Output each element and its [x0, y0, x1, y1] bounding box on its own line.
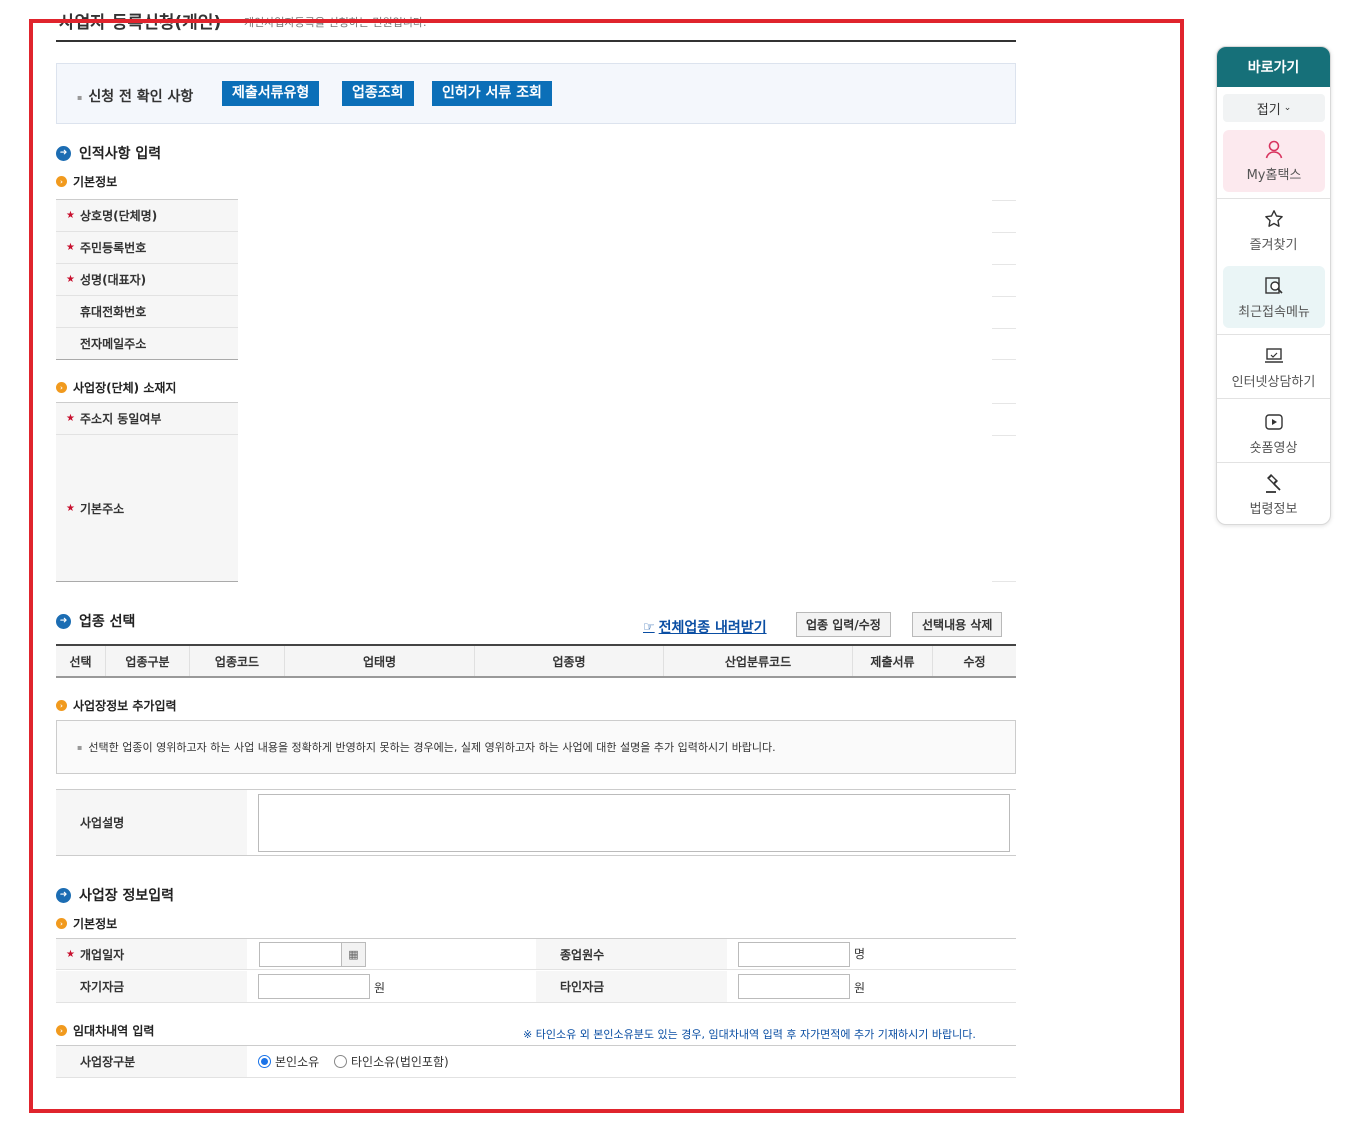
col-documents: 제출서류 — [853, 646, 933, 676]
col-select: 선택 — [56, 646, 106, 676]
business-description-row: 사업설명 — [56, 789, 1016, 856]
required-mark: ★ — [66, 210, 75, 221]
quick-item-favorites[interactable]: 즐겨찾기 — [1217, 208, 1330, 253]
page-title: 사업자 등록신청(개인) — [59, 13, 222, 33]
business-type-lookup-button[interactable]: 업종조회 — [342, 81, 414, 106]
col-code: 업종코드 — [190, 646, 285, 676]
site-basic-subtitle: › 기본정보 — [56, 915, 117, 932]
open-date-input[interactable] — [259, 942, 342, 967]
quick-item-my-hometax[interactable]: My홈택스 — [1223, 130, 1325, 192]
site-info-row-1: ★ 개업일자 ▦ 종업원수 명 — [56, 938, 1016, 970]
lease-type-label: 사업장구분 — [56, 1046, 247, 1077]
col-category: 업종구분 — [106, 646, 190, 676]
site-info-section-title: ➜ 사업장 정보입력 — [56, 885, 174, 905]
arrow-circle-icon: ➜ — [56, 613, 71, 629]
required-mark: ★ — [66, 502, 75, 514]
lease-note: ※ 타인소유 외 본인소유분도 있는 경우, 임대차내역 입력 후 자가면적에 … — [523, 1028, 976, 1041]
field-base-address: ★ 기본주소 — [56, 435, 1016, 582]
business-type-table-header: 선택 업종구분 업종코드 업태명 업종명 산업분류코드 제출서류 수정 — [56, 644, 1016, 678]
employees-input[interactable] — [738, 942, 850, 967]
permit-docs-lookup-button[interactable]: 인허가 서류 조회 — [432, 81, 552, 106]
site-info-row-2: 자기자금 원 타인자금 원 — [56, 971, 1016, 1003]
bullet-arrow-icon: › — [56, 918, 67, 929]
radio-other-property[interactable]: 타인소유(법인포함) — [334, 1053, 449, 1070]
required-mark: ★ — [66, 948, 75, 960]
recent-search-icon — [1263, 275, 1285, 297]
col-business-item: 업종명 — [475, 646, 664, 676]
star-icon — [1263, 208, 1285, 230]
field-resident-number: ★ 주민등록번호 — [56, 232, 1016, 264]
business-type-section-title: ➜ 업종 선택 — [56, 611, 135, 631]
page-header: 사업자 등록신청(개인) 개인사업자등록을 신청하는 민원입니다. — [56, 4, 1016, 42]
quick-item-law-info[interactable]: 법령정보 — [1217, 472, 1330, 517]
gavel-icon — [1263, 472, 1285, 494]
edit-business-type-button[interactable]: 업종 입력/수정 — [796, 612, 891, 637]
own-capital-input[interactable] — [258, 974, 370, 999]
business-description-textarea[interactable] — [258, 794, 1010, 852]
quick-item-online-consult[interactable]: 인터넷상담하기 — [1217, 345, 1330, 390]
lease-subtitle: › 임대차내역 입력 — [56, 1022, 154, 1039]
field-representative-name: ★ 성명(대표자) — [56, 264, 1016, 296]
user-icon — [1263, 138, 1285, 160]
page-description: 개인사업자등록을 신청하는 민원입니다. — [244, 16, 427, 29]
pre-check-box: 신청 전 확인 사항 제출서류유형 업종조회 인허가 서류 조회 — [56, 63, 1016, 124]
quick-menu: 바로가기 접기 ⌄ My홈택스 즐겨찾기 최근접속메뉴 인터넷상담하기 숏폼영상 — [1216, 46, 1331, 525]
business-description-label: 사업설명 — [56, 790, 247, 855]
field-company-name: ★ 상호명(단체명) — [56, 200, 1016, 232]
employees-unit: 명 — [854, 947, 866, 961]
download-all-business-types-link[interactable]: ☞ 전체업종 내려받기 — [643, 617, 767, 637]
personal-section-title: ➜ 인적사항 입력 — [56, 143, 161, 163]
field-same-address: ★ 주소지 동일여부 — [56, 403, 1016, 435]
radio-own-property[interactable]: 본인소유 — [258, 1053, 319, 1070]
bullet-arrow-icon: › — [56, 382, 67, 393]
col-business-form: 업태명 — [285, 646, 475, 676]
basic-info-subtitle: › 기본정보 — [56, 173, 117, 190]
radio-selected-icon — [258, 1055, 271, 1068]
laptop-chat-icon — [1263, 345, 1285, 367]
bullet-arrow-icon: › — [56, 1025, 67, 1036]
field-email: 전자메일주소 — [56, 328, 1016, 360]
required-mark: ★ — [66, 274, 75, 285]
col-industry-code: 산업분류코드 — [664, 646, 853, 676]
chevron-down-icon: ⌄ — [1283, 103, 1292, 113]
fold-button[interactable]: 접기 ⌄ — [1223, 94, 1325, 122]
extra-info-subtitle: › 사업장정보 추가입력 — [56, 697, 177, 714]
arrow-circle-icon: ➜ — [56, 887, 71, 903]
quick-item-short-video[interactable]: 숏폼영상 — [1217, 411, 1330, 456]
business-description-notice: 선택한 업종이 영위하고자 하는 사업 내용을 정확하게 반영하지 못하는 경우… — [56, 720, 1016, 774]
lease-row: 사업장구분 본인소유 타인소유(법인포함) — [56, 1045, 1016, 1078]
location-subtitle: › 사업장(단체) 소재지 — [56, 379, 176, 396]
other-capital-unit: 원 — [854, 981, 866, 995]
pointing-hand-icon: ☞ — [643, 619, 655, 635]
submit-docs-type-button[interactable]: 제출서류유형 — [222, 81, 320, 106]
calendar-icon[interactable]: ▦ — [341, 942, 366, 967]
delete-selection-button[interactable]: 선택내용 삭제 — [912, 612, 1003, 637]
field-mobile-phone: 휴대전화번호 — [56, 296, 1016, 328]
own-capital-unit: 원 — [374, 981, 386, 995]
bullet-arrow-icon: › — [56, 700, 67, 711]
arrow-circle-icon: ➜ — [56, 145, 71, 161]
pre-check-label: 신청 전 확인 사항 — [77, 86, 193, 106]
quick-item-recent-menu[interactable]: 최근접속메뉴 — [1223, 266, 1325, 328]
radio-unselected-icon — [334, 1055, 347, 1068]
bullet-arrow-icon: › — [56, 176, 67, 187]
play-icon — [1263, 411, 1285, 433]
required-mark: ★ — [66, 413, 75, 424]
other-capital-input[interactable] — [738, 974, 850, 999]
required-mark: ★ — [66, 242, 75, 253]
quick-menu-title: 바로가기 — [1217, 47, 1330, 87]
col-edit: 수정 — [963, 654, 986, 669]
